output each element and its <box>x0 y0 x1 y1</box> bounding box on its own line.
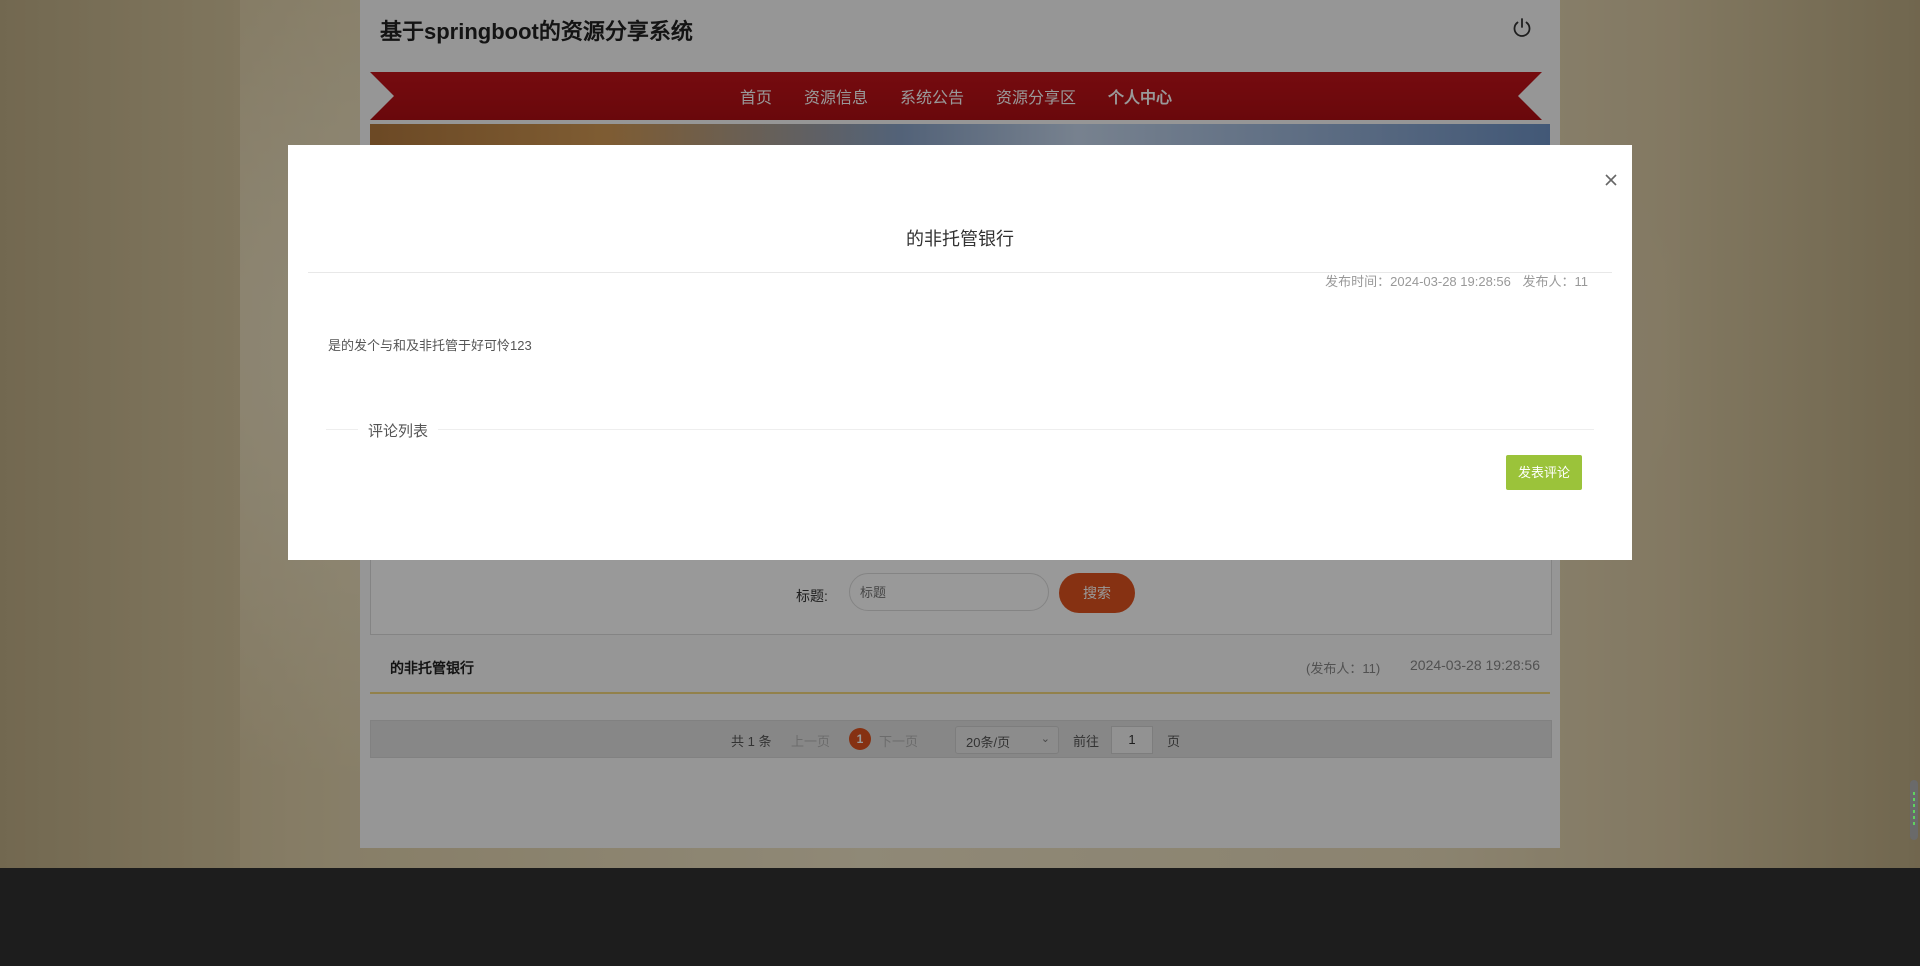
dialog-title: 的非托管银行 <box>906 229 1014 249</box>
detail-dialog: 的非托管银行 发布时间：2024-03-28 19:28:56 发布人：11 是… <box>288 145 1632 560</box>
comments-section-header: 评论列表 <box>326 419 1594 441</box>
scrollbar-widget[interactable] <box>1910 780 1918 840</box>
close-icon[interactable] <box>1598 167 1624 193</box>
comments-divider <box>326 429 1594 430</box>
dialog-meta: 发布时间：2024-03-28 19:28:56 发布人：11 <box>1317 271 1588 290</box>
dialog-content: 是的发个与和及非托管于好可怜123 <box>328 338 532 353</box>
publish-time: 发布时间：2024-03-28 19:28:56 <box>1325 274 1511 289</box>
post-comment-button[interactable]: 发表评论 <box>1506 455 1582 490</box>
publisher: 发布人：11 <box>1522 274 1589 289</box>
comments-label: 评论列表 <box>358 420 439 441</box>
